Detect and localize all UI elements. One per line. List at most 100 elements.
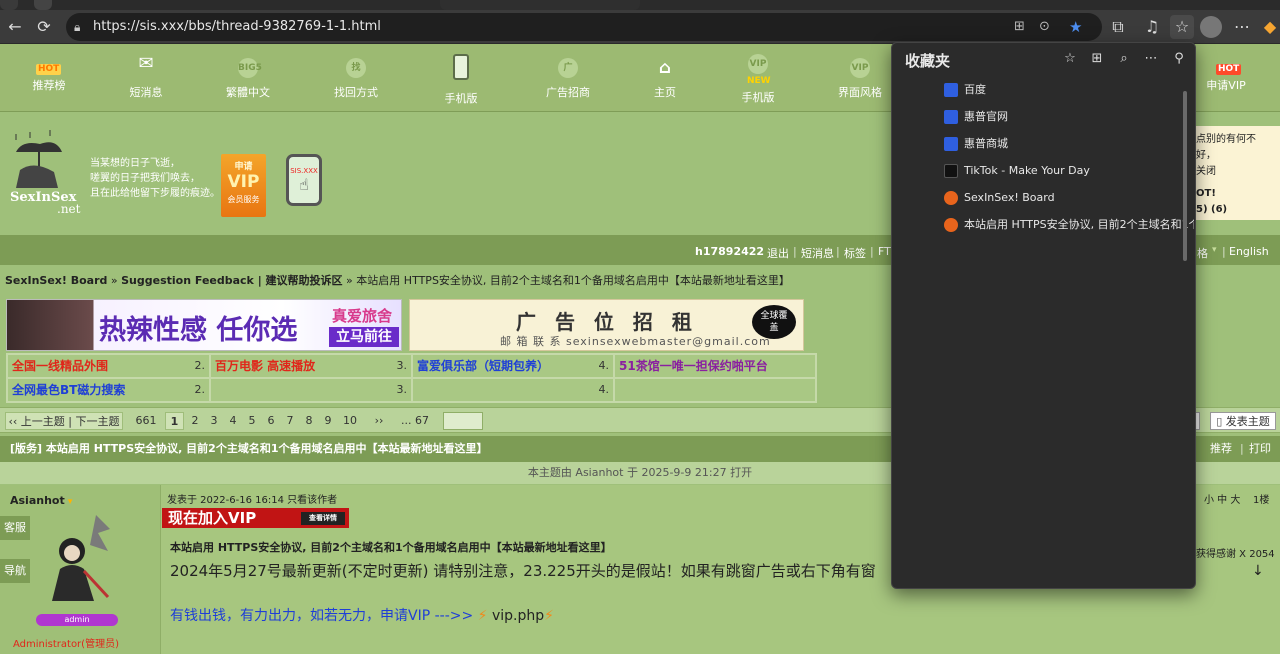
dropdown-icon[interactable]: ▾ — [1212, 245, 1217, 255]
lightning-icon: ⚡ — [544, 608, 554, 624]
messages-link[interactable]: 短消息 — [801, 245, 834, 261]
mobile-site-icon[interactable]: SIS.XXX ☝ — [286, 154, 322, 206]
english-link[interactable]: English — [1229, 245, 1269, 258]
back-icon[interactable]: ← — [3, 15, 27, 39]
nav-mobile-vip[interactable]: VIP NEW 手机版 — [718, 44, 798, 112]
username[interactable]: h17892422 — [695, 245, 764, 258]
ad-banner-left[interactable]: 热辣性感 任你选 真爱旅舍 立马前往 — [6, 299, 402, 351]
arrow-down-icon[interactable]: ↓ — [1252, 563, 1264, 579]
copilot-icon[interactable]: ◆ — [1258, 15, 1280, 39]
ad-left-tag: 真爱旅舍 — [332, 307, 393, 325]
nav-home[interactable]: ⌂ 主页 — [625, 44, 705, 112]
big5-icon: BIG5 — [238, 58, 262, 78]
ads-icon: 广 — [558, 58, 578, 78]
add-folder-icon[interactable]: ⊞ — [1086, 48, 1108, 70]
notice-close[interactable]: 关闭 — [1196, 164, 1274, 180]
envelope-icon: ✉ — [138, 53, 154, 74]
author-name[interactable]: Asianhot ▾ — [10, 494, 72, 507]
favorite-star-icon[interactable]: ★ — [1069, 13, 1082, 41]
page-current[interactable]: 1 — [165, 412, 184, 430]
tab[interactable] — [34, 0, 52, 10]
link-text[interactable]: 51茶馆一唯一担保约啪平台 — [619, 359, 768, 373]
link-cell[interactable]: 全网最色BT磁力搜索 2. — [7, 378, 210, 402]
nav-recommend[interactable]: HOT 推荐榜 — [9, 44, 89, 112]
profile-avatar[interactable] — [1200, 16, 1222, 38]
nav-button[interactable]: 导航 — [0, 559, 30, 583]
page-next[interactable]: ›› — [368, 412, 390, 430]
favorites-icon[interactable]: ☆ — [1170, 15, 1194, 39]
favorite-item[interactable]: TikTok - Make Your Day — [944, 161, 1194, 181]
tab-active[interactable] — [440, 0, 640, 10]
vip-banner[interactable]: 现在加入VIP 查看详情 — [162, 508, 349, 528]
notice-line: OT! — [1196, 188, 1216, 199]
floor-number: 1楼 — [1253, 495, 1270, 506]
more-tools-icon[interactable]: ⊙ — [1039, 13, 1050, 41]
link-text[interactable]: 百万电影 高速播放 — [215, 359, 315, 373]
link-text[interactable]: 富爱俱乐部（短期包养） — [417, 359, 549, 373]
print-link[interactable]: 打印 — [1249, 436, 1271, 462]
tap-hand-icon: ☝ — [299, 175, 309, 194]
favorite-item[interactable]: SexInSex! Board — [944, 188, 1194, 208]
page-link[interactable]: 5 — [243, 412, 261, 430]
page-link[interactable]: 8 — [300, 412, 318, 430]
refresh-icon[interactable]: ⟳ — [32, 15, 56, 39]
link-text[interactable]: 全国一线精品外围 — [12, 359, 108, 373]
page-link[interactable]: 4 — [224, 412, 242, 430]
search-icon[interactable]: ⌕ — [1113, 48, 1135, 70]
new-topic-button[interactable]: ▯ 发表主题 — [1210, 412, 1276, 430]
add-favorite-icon[interactable]: ☆ — [1059, 48, 1081, 70]
page-link[interactable]: 6 — [262, 412, 280, 430]
page-jump-input[interactable] — [443, 412, 483, 430]
notice-popup: 点别的有何不好， 关闭 OT! 5) (6) — [1188, 126, 1280, 220]
nav-ads[interactable]: 广 广告招商 — [528, 44, 608, 112]
breadcrumb-board[interactable]: SexInSex! Board — [5, 274, 107, 287]
vip-php-link[interactable]: vip.php — [492, 608, 544, 624]
app-available-icon[interactable]: ⊞ — [1014, 13, 1025, 41]
nav-apply-vip[interactable]: HOT 申请VIP — [1186, 44, 1266, 112]
favorite-item[interactable]: 惠普官网 — [944, 107, 1194, 127]
nav-recover[interactable]: 找 找回方式 — [316, 44, 396, 112]
nav-theme[interactable]: VIP 界面风格 — [820, 44, 900, 112]
vip-badge-bottom: 会员服务 — [227, 195, 260, 204]
pin-icon[interactable]: ⚲ — [1168, 48, 1190, 70]
post-line-1: 2024年5月27号最新更新(不定时更新) 请特别注意，23.225开头的是假站… — [170, 562, 876, 580]
link-text[interactable]: 全网最色BT磁力搜索 — [12, 383, 125, 397]
nav-mobile[interactable]: 手机版 — [421, 44, 501, 112]
link-cell[interactable]: 51茶馆一唯一担保约啪平台 — [614, 354, 816, 378]
sep: | — [870, 245, 874, 258]
page-link[interactable]: 9 — [319, 412, 337, 430]
link-cell[interactable]: 全国一线精品外围 2. — [7, 354, 210, 378]
recommend-link[interactable]: 推荐 — [1210, 436, 1232, 462]
apply-vip-badge[interactable]: 申请 VIP 会员服务 — [221, 154, 266, 217]
page-link[interactable]: 7 — [281, 412, 299, 430]
page-link[interactable]: 10 — [339, 412, 361, 430]
link-cell[interactable]: 百万电影 高速播放 3. — [210, 354, 412, 378]
media-icon[interactable]: ♫ — [1140, 15, 1164, 39]
favorites-scrollbar[interactable] — [1183, 91, 1187, 261]
favorite-item[interactable]: 惠普商城 — [944, 134, 1194, 154]
font-size-switch[interactable]: 小 中 大 — [1204, 491, 1240, 506]
favorite-item[interactable]: 本站启用 HTTPS安全协议, 目前2个主域名和1个 — [944, 215, 1194, 235]
tab[interactable] — [0, 0, 18, 10]
address-bar[interactable]: 🔒︎ https://sis.xxx/bbs/thread-9382769-1-… — [66, 13, 1102, 41]
page-link[interactable]: 2 — [186, 412, 204, 430]
support-button[interactable]: 客服 — [0, 516, 30, 540]
page-last[interactable]: ... 67 — [398, 412, 432, 430]
nav-messages[interactable]: ✉ 短消息 — [106, 44, 186, 112]
nav-label: 主页 — [654, 86, 676, 99]
page-link[interactable]: 3 — [205, 412, 223, 430]
tags-link[interactable]: 标签 — [844, 245, 866, 261]
link-cell[interactable]: 富爱俱乐部（短期包养） 4. — [412, 354, 614, 378]
logout-link[interactable]: 退出 — [767, 245, 789, 261]
extensions-icon[interactable]: ⧉ — [1106, 15, 1130, 39]
style-link[interactable]: 格 — [1197, 245, 1208, 261]
ad-banner-right[interactable]: 广 告 位 招 租 邮 箱 联 系 sexinsexwebmaster@gmai… — [409, 299, 804, 351]
menu-icon[interactable]: ⋯ — [1230, 15, 1254, 39]
nav-traditional[interactable]: BIG5 繁體中文 — [208, 44, 288, 112]
prev-next-thread[interactable]: ‹‹ 上一主题 | 下一主题 ›› — [5, 412, 123, 446]
site-info-icon[interactable]: 🔒︎ — [74, 13, 80, 41]
breadcrumb-forum[interactable]: Suggestion Feedback | 建议帮助投诉区 — [121, 274, 342, 287]
more-options-icon[interactable]: ⋯ — [1140, 48, 1162, 70]
favorite-item[interactable]: 百度 — [944, 80, 1194, 100]
author-avatar[interactable] — [38, 511, 118, 603]
